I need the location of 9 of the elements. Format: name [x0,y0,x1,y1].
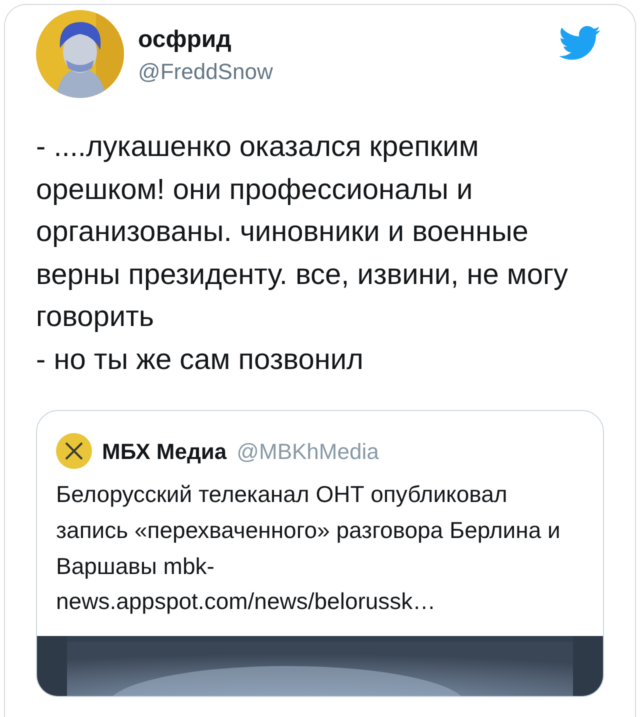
author-handle: @FreddSnow [138,58,273,86]
quoted-author-name: МБХ Медиа [102,438,227,466]
quoted-tweet-text: Белорусский телеканал ОНТ опубликовал запись «перехваченного» разговора Берлина и Варшавы mbk-news.appspot.com/news/belorussk… [56,480,562,616]
tweet-text: - ....лукашенко оказался крепким орешком! они профессионалы и организованы. чиновники и военные верны президенту. все, извини, не могу говорить [36,130,570,335]
author-name: осфрид [138,25,232,55]
quoted-author-handle: @MBKhMedia [236,438,379,466]
tweet-text: - но ты же сам позвонил [36,342,364,378]
logo-icon [56,433,92,469]
bird-icon [559,26,601,61]
